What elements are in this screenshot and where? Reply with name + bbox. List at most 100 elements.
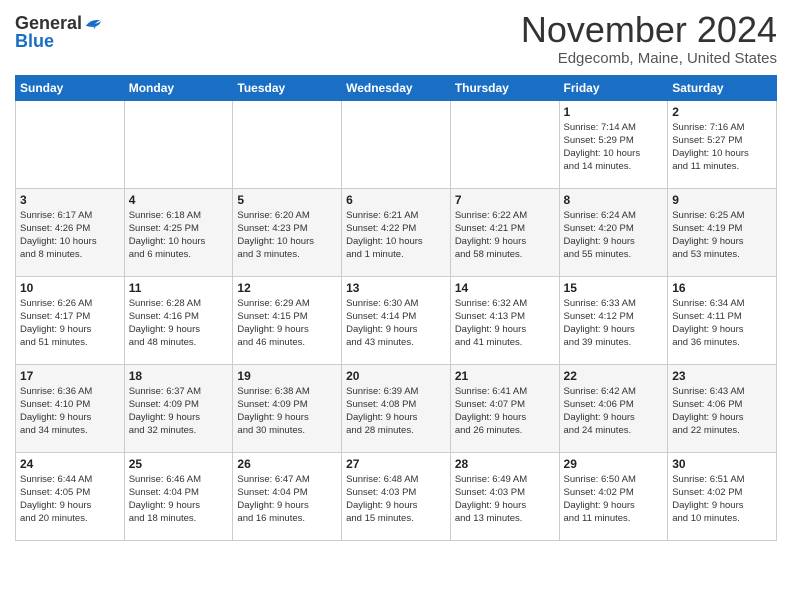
day-number: 23 [672,369,772,383]
day-number: 2 [672,105,772,119]
day-number: 21 [455,369,555,383]
day-info: Sunrise: 6:26 AM Sunset: 4:17 PM Dayligh… [20,297,120,350]
day-info: Sunrise: 6:51 AM Sunset: 4:02 PM Dayligh… [672,473,772,526]
day-number: 22 [564,369,664,383]
calendar-cell [450,100,559,188]
calendar-cell: 25 Sunrise: 6:46 AM Sunset: 4:04 PM Dayli… [124,452,233,540]
calendar-cell: 1 Sunrise: 7:14 AM Sunset: 5:29 PM Daylig… [559,100,668,188]
logo-general-text: General [15,14,82,32]
weekday-header-wednesday: Wednesday [342,75,451,100]
calendar-cell [342,100,451,188]
weekday-header-thursday: Thursday [450,75,559,100]
day-info: Sunrise: 6:25 AM Sunset: 4:19 PM Dayligh… [672,209,772,262]
calendar-cell: 12 Sunrise: 6:29 AM Sunset: 4:15 PM Dayli… [233,276,342,364]
day-info: Sunrise: 6:46 AM Sunset: 4:04 PM Dayligh… [129,473,229,526]
day-number: 15 [564,281,664,295]
calendar-cell: 10 Sunrise: 6:26 AM Sunset: 4:17 PM Dayli… [16,276,125,364]
day-number: 18 [129,369,229,383]
day-info: Sunrise: 6:21 AM Sunset: 4:22 PM Dayligh… [346,209,446,262]
calendar-cell: 21 Sunrise: 6:41 AM Sunset: 4:07 PM Dayli… [450,364,559,452]
day-info: Sunrise: 6:41 AM Sunset: 4:07 PM Dayligh… [455,385,555,438]
day-info: Sunrise: 6:44 AM Sunset: 4:05 PM Dayligh… [20,473,120,526]
day-number: 3 [20,193,120,207]
day-info: Sunrise: 6:37 AM Sunset: 4:09 PM Dayligh… [129,385,229,438]
calendar-cell: 22 Sunrise: 6:42 AM Sunset: 4:06 PM Dayli… [559,364,668,452]
day-info: Sunrise: 6:29 AM Sunset: 4:15 PM Dayligh… [237,297,337,350]
day-number: 9 [672,193,772,207]
calendar-cell: 30 Sunrise: 6:51 AM Sunset: 4:02 PM Dayli… [668,452,777,540]
weekday-header-tuesday: Tuesday [233,75,342,100]
day-info: Sunrise: 6:32 AM Sunset: 4:13 PM Dayligh… [455,297,555,350]
day-info: Sunrise: 7:16 AM Sunset: 5:27 PM Dayligh… [672,121,772,174]
location-title: Edgecomb, Maine, United States [521,50,777,67]
calendar-cell: 4 Sunrise: 6:18 AM Sunset: 4:25 PM Daylig… [124,188,233,276]
calendar-cell: 28Sunrise: 6:49 AM Sunset: 4:03 PM Dayli… [450,452,559,540]
calendar-cell: 8 Sunrise: 6:24 AM Sunset: 4:20 PM Daylig… [559,188,668,276]
day-number: 6 [346,193,446,207]
day-info: Sunrise: 6:43 AM Sunset: 4:06 PM Dayligh… [672,385,772,438]
logo: General Blue [15,10,102,50]
day-info: Sunrise: 6:18 AM Sunset: 4:25 PM Dayligh… [129,209,229,262]
day-number: 24 [20,457,120,471]
day-info: Sunrise: 6:33 AM Sunset: 4:12 PM Dayligh… [564,297,664,350]
day-info: Sunrise: 6:36 AM Sunset: 4:10 PM Dayligh… [20,385,120,438]
logo-blue-text: Blue [15,32,54,50]
day-info: Sunrise: 6:30 AM Sunset: 4:14 PM Dayligh… [346,297,446,350]
day-number: 10 [20,281,120,295]
calendar-cell: 2 Sunrise: 7:16 AM Sunset: 5:27 PM Daylig… [668,100,777,188]
day-number: 11 [129,281,229,295]
day-number: 19 [237,369,337,383]
day-info: Sunrise: 6:17 AM Sunset: 4:26 PM Dayligh… [20,209,120,262]
title-block: November 2024 Edgecomb, Maine, United St… [521,10,777,67]
calendar-week-row: 10 Sunrise: 6:26 AM Sunset: 4:17 PM Dayli… [16,276,777,364]
day-info: Sunrise: 6:22 AM Sunset: 4:21 PM Dayligh… [455,209,555,262]
day-info: Sunrise: 6:47 AM Sunset: 4:04 PM Dayligh… [237,473,337,526]
day-number: 16 [672,281,772,295]
calendar-cell [124,100,233,188]
day-info: Sunrise: 6:28 AM Sunset: 4:16 PM Dayligh… [129,297,229,350]
calendar-cell: 7Sunrise: 6:22 AM Sunset: 4:21 PM Daylig… [450,188,559,276]
day-info: Sunrise: 7:14 AM Sunset: 5:29 PM Dayligh… [564,121,664,174]
calendar-table: SundayMondayTuesdayWednesdayThursdayFrid… [15,75,777,541]
day-number: 14 [455,281,555,295]
calendar-cell: 29Sunrise: 6:50 AM Sunset: 4:02 PM Dayli… [559,452,668,540]
day-number: 4 [129,193,229,207]
calendar-week-row: 24 Sunrise: 6:44 AM Sunset: 4:05 PM Dayli… [16,452,777,540]
day-info: Sunrise: 6:42 AM Sunset: 4:06 PM Dayligh… [564,385,664,438]
calendar-cell: 11 Sunrise: 6:28 AM Sunset: 4:16 PM Dayli… [124,276,233,364]
day-info: Sunrise: 6:24 AM Sunset: 4:20 PM Dayligh… [564,209,664,262]
weekday-header-friday: Friday [559,75,668,100]
calendar-week-row: 3 Sunrise: 6:17 AM Sunset: 4:26 PM Daylig… [16,188,777,276]
calendar-cell: 6 Sunrise: 6:21 AM Sunset: 4:22 PM Daylig… [342,188,451,276]
day-number: 17 [20,369,120,383]
day-info: Sunrise: 6:34 AM Sunset: 4:11 PM Dayligh… [672,297,772,350]
calendar-cell: 18 Sunrise: 6:37 AM Sunset: 4:09 PM Dayli… [124,364,233,452]
day-number: 13 [346,281,446,295]
logo-bird-icon [84,16,102,30]
day-number: 30 [672,457,772,471]
calendar-cell: 24 Sunrise: 6:44 AM Sunset: 4:05 PM Dayli… [16,452,125,540]
weekday-header-row: SundayMondayTuesdayWednesdayThursdayFrid… [16,75,777,100]
month-title: November 2024 [521,10,777,50]
calendar-cell: 3 Sunrise: 6:17 AM Sunset: 4:26 PM Daylig… [16,188,125,276]
calendar-cell: 19 Sunrise: 6:38 AM Sunset: 4:09 PM Dayli… [233,364,342,452]
day-info: Sunrise: 6:20 AM Sunset: 4:23 PM Dayligh… [237,209,337,262]
calendar-week-row: 1 Sunrise: 7:14 AM Sunset: 5:29 PM Daylig… [16,100,777,188]
calendar-cell: 15 Sunrise: 6:33 AM Sunset: 4:12 PM Dayli… [559,276,668,364]
day-number: 8 [564,193,664,207]
calendar-cell: 23 Sunrise: 6:43 AM Sunset: 4:06 PM Dayli… [668,364,777,452]
calendar-cell: 16 Sunrise: 6:34 AM Sunset: 4:11 PM Dayli… [668,276,777,364]
calendar-cell: 14 Sunrise: 6:32 AM Sunset: 4:13 PM Dayli… [450,276,559,364]
calendar-cell: 26Sunrise: 6:47 AM Sunset: 4:04 PM Dayli… [233,452,342,540]
day-info: Sunrise: 6:38 AM Sunset: 4:09 PM Dayligh… [237,385,337,438]
calendar-cell: 20Sunrise: 6:39 AM Sunset: 4:08 PM Dayli… [342,364,451,452]
day-number: 25 [129,457,229,471]
day-number: 1 [564,105,664,119]
day-info: Sunrise: 6:39 AM Sunset: 4:08 PM Dayligh… [346,385,446,438]
day-number: 27 [346,457,446,471]
weekday-header-saturday: Saturday [668,75,777,100]
day-number: 12 [237,281,337,295]
header: General Blue November 2024 Edgecomb, Mai… [15,10,777,67]
calendar-cell [233,100,342,188]
weekday-header-sunday: Sunday [16,75,125,100]
